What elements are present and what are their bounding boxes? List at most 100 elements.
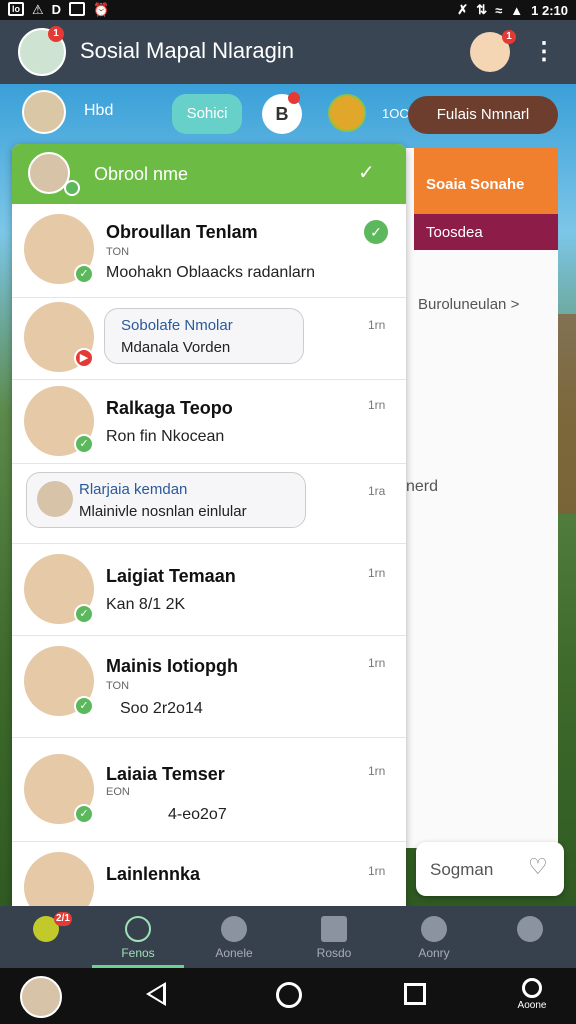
explore-icon <box>221 916 247 942</box>
tab-label: Aonele <box>215 946 253 960</box>
chat-row[interactable]: ✓ Laiaia Temser EON 4-eo2o7 1rn <box>12 738 406 842</box>
home-icon[interactable] <box>276 982 302 1008</box>
back-icon[interactable] <box>146 982 166 1006</box>
tab-profile[interactable] <box>484 906 576 968</box>
right-panel-link[interactable]: Buroluneulan > <box>418 296 519 313</box>
online-check-icon <box>64 180 80 196</box>
fetch-pill-button[interactable]: Fulais Nmnarl <box>408 96 558 134</box>
tab-label: Fenos <box>121 946 155 960</box>
profile-notification-badge: 1 <box>502 30 516 44</box>
status-icons-left: lo ⚠ D ⏰ <box>8 2 109 18</box>
recents-icon[interactable] <box>404 983 426 1005</box>
contact-name: Lainlennka <box>106 864 201 884</box>
overflow-menu-icon[interactable]: ⋮ <box>532 36 556 68</box>
bluetooth-icon: ✗ <box>457 2 469 17</box>
app-bar: 1 Sosial Mapal Nlaragin 1 ⋮ <box>0 20 576 84</box>
alert-icon: ⚠ <box>32 2 44 17</box>
search-card-label: Sogman <box>430 860 494 879</box>
vibrate-icon: ⇅ <box>476 2 488 17</box>
clock-icon <box>125 916 151 942</box>
contact-sub: EON <box>106 786 130 798</box>
nav-avatar[interactable] <box>20 976 62 1018</box>
hbd-label: Hbd <box>84 102 114 119</box>
contact-name: Obroullan Tenlam <box>106 222 258 242</box>
tab-aonry[interactable]: Aonry <box>388 906 480 968</box>
bubble-line-2: Mlainivle nosnlan einlular <box>79 503 247 520</box>
chat-row[interactable]: ✓ Mainis Iotiopgh TON Soo 2r2o14 1rn <box>12 636 406 738</box>
message-time: 1ra <box>368 484 386 498</box>
chat-row[interactable]: Rlarjaia kemdan Mlainivle nosnlan einlul… <box>12 464 406 544</box>
chat-panel: Obrool nme ✓ ✓ Obroullan Tenlam TON Mooh… <box>12 144 406 906</box>
chat-row[interactable]: ▶ Sobolafe Nmolar Mdanala Vorden 1rn <box>12 298 406 380</box>
orange-banner[interactable]: Soaia Sonahe <box>414 148 558 214</box>
tab-fenos[interactable]: Fenos <box>92 906 184 968</box>
bubble-line-2: Mdanala Vorden <box>121 339 231 356</box>
mail-icon <box>69 2 86 16</box>
contact-avatar <box>24 852 94 906</box>
online-check-icon: ✓ <box>74 604 94 624</box>
chat-row[interactable]: ✓ Ralkaga Teopo Ron fin Nkocean 1rn <box>12 380 406 464</box>
message-time: 1rn <box>368 764 386 778</box>
user-avatar[interactable] <box>22 90 66 134</box>
system-nav-bar: Aoone <box>0 968 576 1024</box>
contact-name: Ralkaga Teopo <box>106 398 233 418</box>
bubble-avatar <box>37 481 73 517</box>
message-time: 1rn <box>368 656 386 670</box>
nav-search-label: Aoone <box>517 1000 547 1011</box>
search-icon <box>522 978 542 998</box>
wifi-icon: ≈ <box>495 2 503 18</box>
read-check-icon: ✓ <box>362 218 390 246</box>
online-check-icon: ✓ <box>74 434 94 454</box>
compass-icon <box>421 916 447 942</box>
last-message: Soo 2r2o14 <box>120 700 203 717</box>
tab-badge: 2/1 <box>54 912 72 926</box>
last-message: Moohakn Oblaacks radanlarn <box>106 264 316 281</box>
chat-row[interactable]: ✓ Obroullan Tenlam TON Moohakn Oblaacks … <box>12 204 406 298</box>
floating-search-card[interactable]: Sogman ♡ <box>416 842 564 896</box>
contact-name: Laiaia Temser <box>106 764 225 784</box>
last-message: 4-eo2o7 <box>168 806 227 823</box>
right-panel: Soaia Sonahe Toosdea Buroluneulan > nerd <box>406 148 558 848</box>
bubble-line-1: Rlarjaia kemdan <box>79 481 188 498</box>
message-bubble: Rlarjaia kemdan Mlainivle nosnlan einlul… <box>26 472 306 528</box>
online-check-icon: ✓ <box>74 696 94 716</box>
last-message: Kan 8/1 2K <box>106 596 186 613</box>
bottom-tab-bar: 2/1 Fenos Aonele Rosdo Aonry <box>0 906 576 968</box>
tab-label: Aonry <box>418 946 450 960</box>
tab-rosdo[interactable]: Rosdo <box>288 906 380 968</box>
status-bar: lo ⚠ D ⏰ ✗ ⇅ ≈ ▲ 1 2:10 <box>0 0 576 20</box>
fruit-icon[interactable] <box>328 94 366 132</box>
clock-icon: ⏰ <box>93 2 110 17</box>
tab-home[interactable]: 2/1 <box>0 906 92 968</box>
online-check-icon: ✓ <box>74 264 94 284</box>
message-time: 1rn <box>368 566 386 580</box>
lo-icon: lo <box>8 2 24 16</box>
panel-header-title: Obrool nme <box>94 164 189 184</box>
message-bubble: Sobolafe Nmolar Mdanala Vorden <box>104 308 304 364</box>
contact-name: Mainis Iotiopgh <box>106 656 238 676</box>
signal-icon: ▲ <box>510 2 524 18</box>
last-message: Ron fin Nkocean <box>106 428 225 445</box>
nav-search-button[interactable]: Aoone <box>512 976 552 1018</box>
d-icon: D <box>51 2 62 17</box>
panel-header[interactable]: Obrool nme ✓ <box>12 144 406 204</box>
chat-row[interactable]: ✓ Laigiat Temaan Kan 8/1 2K 1rn <box>12 544 406 636</box>
status-time: 1 2:10 <box>531 2 568 18</box>
contact-sub: TON <box>106 680 130 692</box>
search-pill-button[interactable]: Sohici <box>172 94 242 134</box>
tab-label: Rosdo <box>316 946 352 960</box>
right-panel-text: nerd <box>406 478 439 495</box>
person-icon <box>517 916 543 942</box>
document-icon <box>321 916 347 942</box>
message-time: 1rn <box>368 398 386 412</box>
bubble-line-1: Sobolafe Nmolar <box>121 317 233 334</box>
maroon-banner[interactable]: Toosdea <box>414 214 558 250</box>
tab-aonele[interactable]: Aonele <box>188 906 280 968</box>
message-time: 1rn <box>368 864 386 878</box>
collapse-chevron-icon[interactable]: ✓ <box>358 160 375 185</box>
contact-sub: TON <box>106 246 130 258</box>
message-time: 1rn <box>368 318 386 332</box>
chat-row[interactable]: Lainlennka 1rn <box>12 842 406 906</box>
status-icons-right: ✗ ⇅ ≈ ▲ 1 2:10 <box>457 2 568 18</box>
heart-icon[interactable]: ♡ <box>528 854 548 880</box>
